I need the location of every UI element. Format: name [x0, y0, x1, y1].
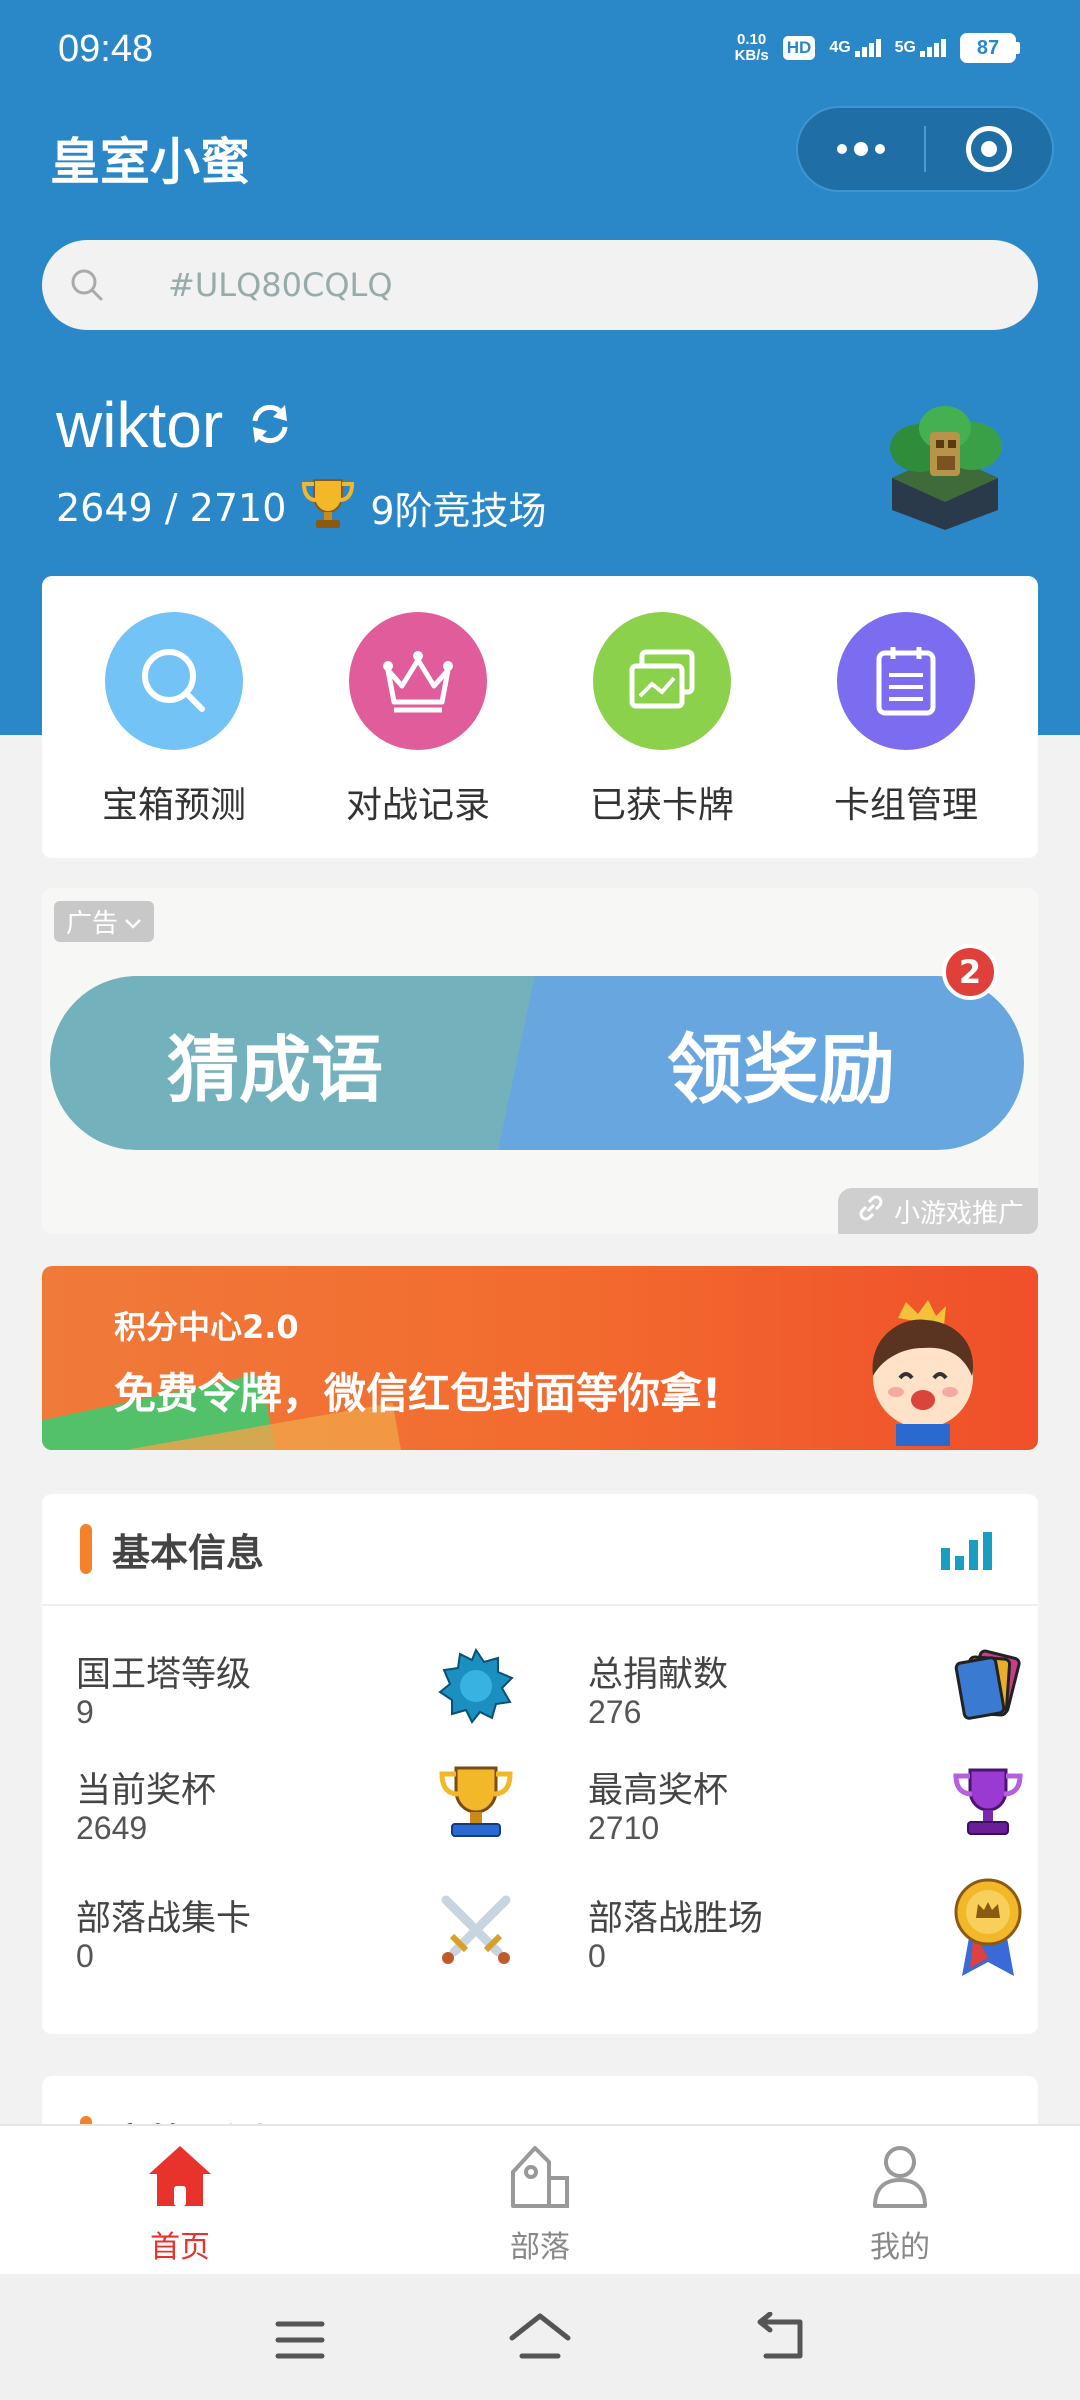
stat-clan-war-wins: 部落战胜场 0 [588, 1878, 1028, 1990]
search-bar[interactable] [42, 240, 1038, 330]
status-time: 09:48 [58, 28, 154, 70]
app-title: 皇室小蜜 [50, 133, 250, 191]
refresh-icon[interactable] [247, 388, 293, 462]
user-icon [865, 2142, 935, 2214]
home-icon [145, 2142, 215, 2214]
stat-clan-war-cards: 部落战集卡 0 [76, 1890, 516, 1990]
crown-icon [349, 612, 487, 750]
bottom-tab-bar: 首页 部落 我的 [0, 2124, 1080, 2274]
tab-me[interactable]: 我的 [720, 2126, 1080, 2274]
search-input[interactable] [168, 266, 968, 304]
chevron-down-icon [124, 907, 142, 937]
quick-action-deck-manager[interactable]: 卡组管理 [806, 576, 1006, 858]
player-name-row: wiktor [56, 388, 293, 462]
cards-icon [948, 1646, 1028, 1726]
quick-actions-card: 宝箱预测 对战记录 已获卡牌 卡组管理 [42, 576, 1038, 858]
clan-tag-icon [505, 2142, 575, 2214]
ad-badge: 2 [942, 944, 998, 1000]
purple-trophy-icon [948, 1762, 1028, 1842]
target-icon [965, 126, 1012, 172]
miniprogram-capsule [796, 106, 1054, 192]
clipboard-icon [837, 612, 975, 750]
tab-clan[interactable]: 部落 [360, 2126, 720, 2274]
basic-info-title: 基本信息 [112, 1530, 265, 1575]
search-icon [70, 268, 130, 302]
trophy-count: 2649 / 2710 [56, 485, 287, 530]
search-circle-icon [105, 612, 243, 750]
basic-info-card: 基本信息 国王塔等级 9 总捐献数 276 当前奖杯 2649 最高奖杯 271… [42, 1494, 1038, 2034]
player-name: wiktor [56, 389, 224, 461]
ad-tag[interactable]: 广告 [54, 901, 155, 942]
crossed-swords-icon [436, 1890, 516, 1970]
bar-chart-icon[interactable] [941, 1530, 992, 1570]
player-stats: 2649 / 2710 9阶竞技场 [56, 476, 547, 539]
banner-title: 积分中心2.0 [114, 1308, 299, 1346]
menu-icon[interactable] [270, 2318, 330, 2366]
home-nav-icon[interactable] [508, 2312, 572, 2366]
close-button[interactable] [926, 108, 1052, 190]
banner-subtitle: 免费令牌，微信红包封面等你拿! [114, 1369, 722, 1418]
back-icon[interactable] [752, 2311, 812, 2366]
arena-image [882, 398, 1008, 532]
quick-action-battle-log[interactable]: 对战记录 [318, 576, 518, 858]
battery-icon: 87 [960, 33, 1020, 63]
stat-current-trophies: 当前奖杯 2649 [76, 1762, 516, 1862]
gallery-icon [593, 612, 731, 750]
hd-icon: HD [782, 36, 816, 60]
stat-best-trophies: 最高奖杯 2710 [588, 1762, 1028, 1862]
ad-left-text: 猜成语 [50, 976, 540, 1150]
more-icon [837, 142, 885, 156]
quick-action-collected-cards[interactable]: 已获卡牌 [562, 576, 762, 858]
points-center-banner[interactable]: 积分中心2.0 免费令牌，微信红包封面等你拿! [42, 1266, 1038, 1450]
signal-4g-icon: 4G [829, 39, 881, 57]
mascot-icon [848, 1296, 998, 1446]
arena-name: 9阶竞技场 [370, 489, 547, 533]
gold-trophy-icon [436, 1762, 516, 1842]
mini-game-promo-tag: 小游戏推广 [837, 1188, 1038, 1234]
network-speed: 0.10 KB/s [734, 31, 769, 64]
more-button[interactable] [798, 108, 924, 190]
king-level-icon [436, 1646, 516, 1726]
status-bar: 09:48 0.10 KB/s HD 4G 5G 87 [0, 0, 1080, 100]
basic-info-header: 基本信息 [42, 1494, 1038, 1606]
system-navigation-bar [0, 2274, 1080, 2400]
ad-right-text: 领奖励 [498, 976, 1024, 1150]
tab-home[interactable]: 首页 [0, 2126, 360, 2274]
trophy-icon [300, 476, 356, 539]
signal-5g-icon: 5G [895, 39, 946, 57]
section-accent-bar [80, 1524, 92, 1574]
link-icon [856, 1193, 886, 1230]
medal-icon [948, 1876, 1028, 1980]
ad-banner[interactable]: 广告 猜成语 领奖励 2 小游戏推广 [42, 888, 1038, 1234]
quick-action-chest-prediction[interactable]: 宝箱预测 [74, 576, 274, 858]
stat-total-donations: 总捐献数 276 [588, 1646, 1028, 1746]
stat-king-tower-level: 国王塔等级 9 [76, 1646, 516, 1746]
status-icons: 0.10 KB/s HD 4G 5G 87 [735, 32, 1020, 64]
